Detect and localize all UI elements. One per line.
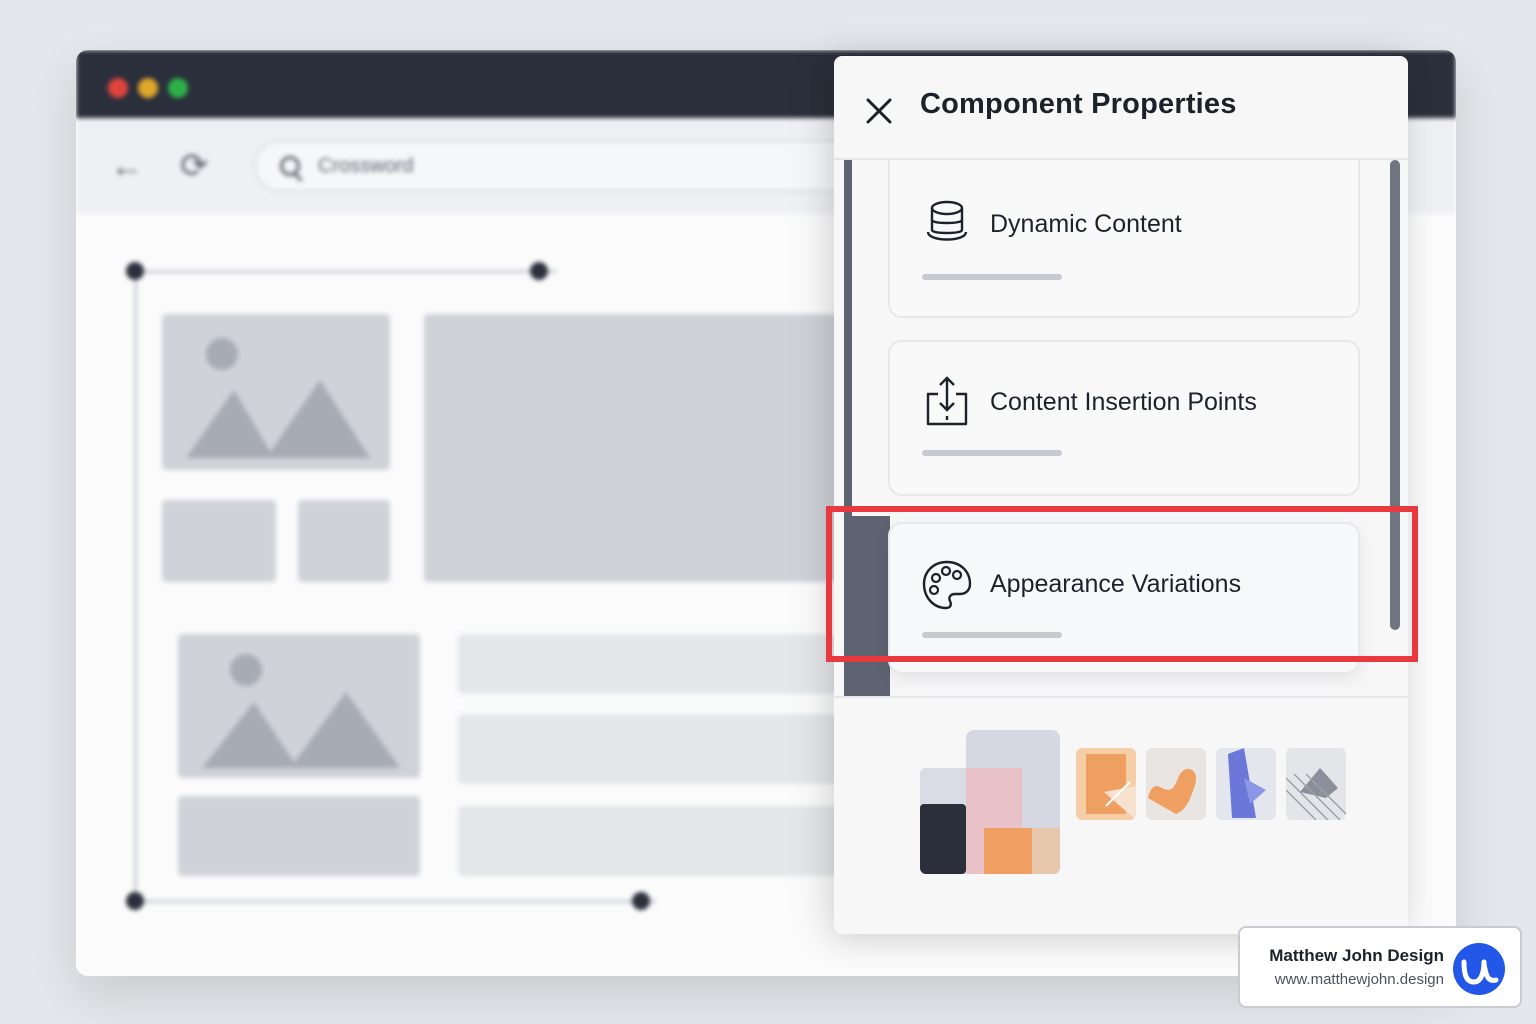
property-item-dynamic-content[interactable]: Dynamic Content bbox=[888, 160, 1360, 318]
hatched-shape-swatch[interactable] bbox=[1286, 748, 1346, 820]
watermark-url: www.matthewjohn.design bbox=[1274, 971, 1444, 988]
property-item-bar bbox=[922, 632, 1062, 638]
selection-edge-left bbox=[134, 272, 137, 902]
blue-shape-swatch[interactable] bbox=[1216, 748, 1276, 820]
text-placeholder bbox=[458, 634, 838, 694]
resize-handle[interactable] bbox=[530, 262, 548, 280]
close-icon bbox=[866, 98, 892, 124]
block-placeholder bbox=[298, 500, 390, 582]
property-item-label: Dynamic Content bbox=[990, 210, 1182, 238]
block-placeholder bbox=[178, 796, 420, 876]
block-placeholder bbox=[162, 500, 276, 582]
scrollbar[interactable] bbox=[1390, 160, 1400, 630]
panel-divider bbox=[834, 696, 1408, 698]
property-item-label: Content Insertion Points bbox=[990, 388, 1257, 416]
orange-shape-swatch[interactable] bbox=[1076, 748, 1136, 820]
property-item-appearance-variations[interactable]: Appearance Variations bbox=[888, 522, 1360, 674]
window-close-dot[interactable] bbox=[108, 78, 128, 98]
insert-icon bbox=[926, 376, 968, 426]
text-placeholder bbox=[458, 806, 838, 876]
search-icon bbox=[280, 156, 300, 176]
orange-wave-swatch[interactable] bbox=[1146, 748, 1206, 820]
property-item-bar bbox=[922, 450, 1062, 456]
brand-logo-icon bbox=[1453, 943, 1505, 995]
reload-icon[interactable]: ⟳ bbox=[180, 146, 209, 186]
property-item-bar bbox=[922, 274, 1062, 280]
watermark-name: Matthew John Design bbox=[1269, 946, 1444, 965]
panel-title: Component Properties bbox=[920, 88, 1237, 120]
panel-left-rail bbox=[844, 516, 890, 696]
resize-handle[interactable] bbox=[632, 892, 650, 910]
close-button[interactable] bbox=[860, 92, 898, 130]
resize-handle[interactable] bbox=[126, 892, 144, 910]
selection-edge-top bbox=[136, 270, 556, 273]
resize-handle[interactable] bbox=[126, 262, 144, 280]
watermark-badge: Matthew John Design www.matthewjohn.desi… bbox=[1238, 926, 1522, 1008]
window-maximize-dot[interactable] bbox=[168, 78, 188, 98]
content-placeholder bbox=[424, 314, 844, 582]
image-placeholder bbox=[162, 314, 390, 470]
image-placeholder bbox=[178, 634, 420, 778]
property-item-label: Appearance Variations bbox=[990, 570, 1242, 598]
database-icon bbox=[926, 200, 968, 241]
palette-icon bbox=[922, 560, 972, 610]
arrow-left-icon[interactable]: ← bbox=[110, 146, 144, 186]
panel-header: Component Properties bbox=[834, 56, 1408, 160]
address-bar-text: Crossword bbox=[318, 155, 414, 177]
properties-list[interactable]: Dynamic Content Content Insertion Points bbox=[844, 160, 1400, 696]
text-placeholder bbox=[458, 714, 838, 784]
component-properties-panel: Component Properties Dynamic Content Con… bbox=[834, 56, 1408, 934]
panel-left-rail bbox=[844, 160, 852, 516]
selection-edge-bottom bbox=[136, 900, 656, 903]
window-minimize-dot[interactable] bbox=[138, 78, 158, 98]
layered-preview-swatch[interactable] bbox=[920, 730, 1060, 874]
property-item-content-insertion-points[interactable]: Content Insertion Points bbox=[888, 340, 1360, 496]
